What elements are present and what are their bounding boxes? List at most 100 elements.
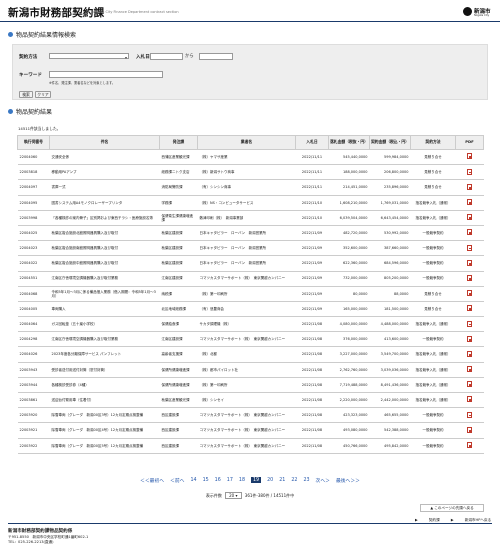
pdf-icon[interactable]	[467, 396, 472, 403]
page-link[interactable]: 17	[227, 478, 233, 483]
row-department: 総務課ニトク支店	[159, 164, 198, 181]
row-bid-date: 2022/11/08	[295, 331, 329, 348]
row-winning-amount: 376,000,0000	[328, 331, 370, 348]
page-link[interactable]: 15	[203, 478, 209, 483]
col-header-number[interactable]: 執行伺番号	[17, 135, 50, 150]
row-winning-amount: 622,360,0000	[328, 255, 370, 272]
pdf-icon[interactable]	[467, 411, 472, 418]
contract-method-select[interactable]: ▾	[49, 53, 129, 60]
row-subject[interactable]: 書庫一式	[49, 179, 160, 196]
site-title[interactable]: 新潟市財務部契約課	[8, 5, 104, 20]
pdf-icon[interactable]	[467, 320, 472, 327]
pdf-icon[interactable]	[467, 244, 472, 251]
pdf-icon[interactable]	[467, 199, 472, 206]
row-department: 江南区建設課	[159, 331, 198, 348]
pdf-icon[interactable]	[467, 274, 472, 281]
pdf-icon[interactable]	[467, 335, 472, 342]
pdf-cell	[455, 149, 484, 166]
row-department: 学務課	[159, 195, 198, 211]
page-link[interactable]: 20	[267, 478, 273, 483]
row-department: 秋葉区建設課	[159, 225, 198, 242]
row-contract-method: 指名競争入札（通常）	[410, 195, 456, 211]
row-winning-amount: 4,080,000,0000	[328, 316, 370, 333]
results-table: 執行伺番号 件名 発注課 業者名 入札日 落札金額（税抜・円） 契約金額（税込・…	[17, 135, 484, 454]
row-subject[interactable]: 令和5年1月～3月に係る備品借入業務（借入期間：令和5年1月～3月）	[49, 286, 160, 302]
pdf-icon[interactable]	[467, 183, 472, 190]
pdf-icon[interactable]	[467, 168, 472, 175]
row-subject[interactable]: 車両購入	[49, 301, 160, 318]
pdf-cell	[455, 392, 484, 409]
row-vendor: 敷津印刷（株） 新潟事業部	[197, 210, 296, 226]
row-vendor: （株）新潟サトウ商事	[197, 164, 296, 181]
clear-button[interactable]: クリア	[35, 91, 51, 98]
row-subject[interactable]: 各種検診受診券（4種）	[49, 377, 160, 394]
bid-date-to-input[interactable]	[199, 53, 233, 60]
row-subject[interactable]: 秋葉区複合施設北館照明器具購入及び取付	[49, 225, 160, 242]
row-subject[interactable]: 秋葉区複合施設南館照明器具購入及び取付	[49, 240, 160, 257]
pdf-cell	[455, 195, 484, 211]
per-page-select[interactable]: 20 ▾	[225, 492, 242, 499]
col-header-winning-amount[interactable]: 落札金額（税抜・円）	[328, 135, 370, 150]
row-vendor: コマツカスタマーサポート（株） 東京関越カンパニー	[197, 331, 296, 348]
row-bid-date: 2022/11/08	[295, 438, 329, 454]
first-page-link[interactable]: ＜＜最初へ	[140, 477, 164, 484]
page-link[interactable]: 22	[291, 478, 297, 483]
result-count: 14511件該当しました。	[18, 126, 61, 131]
row-subject[interactable]: 秋葉区複合施設中館照明器具購入及び取付	[49, 255, 160, 272]
row-subject[interactable]: 「各種検診の案内骨子」区別掲および東西チラシ・医療施設名簿	[49, 210, 160, 226]
row-number: 22004025	[17, 225, 50, 242]
table-row: 22004298 江南区庁舎環境空調機器購入及び取付業務 江南区建設課 コマツカスタマ…	[17, 331, 484, 348]
pdf-icon[interactable]	[467, 229, 472, 236]
pdf-icon[interactable]	[467, 290, 472, 297]
row-subject[interactable]: 交通安全係	[49, 149, 160, 166]
table-row: 22004022 秋葉区複合施設中館照明器具購入及び取付 秋葉区建設課 日本キャタピラ…	[17, 255, 484, 272]
col-header-contract-method[interactable]: 契約方法	[410, 135, 456, 150]
search-button[interactable]: 検索	[19, 91, 33, 98]
row-subject[interactable]: 受診者送付用送付封筒（窓付封筒）	[49, 362, 160, 378]
row-subject[interactable]: 江南区庁舎環境空調機器購入及び取付業務	[49, 271, 160, 287]
row-subject[interactable]: 2023年度各分離保障サービス パンフレット	[49, 346, 160, 363]
keyword-input[interactable]	[49, 71, 163, 78]
col-header-bid-date[interactable]: 入札日	[295, 135, 329, 150]
row-subject[interactable]: 除雪車両（グレーダ 新潟00区3号）12カ月定期点検整備	[49, 407, 160, 424]
row-contract-amount: 805,200,0000	[369, 271, 411, 287]
col-header-department[interactable]: 発注課	[159, 135, 198, 150]
row-department: 江南区建設課	[159, 271, 198, 287]
pdf-icon[interactable]	[467, 153, 472, 160]
pdf-icon[interactable]	[467, 442, 472, 449]
pdf-icon[interactable]	[467, 426, 472, 433]
pdf-icon[interactable]	[467, 214, 472, 221]
pdf-icon[interactable]	[467, 381, 472, 388]
row-subject[interactable]: 移動用PAアンプ	[49, 164, 160, 181]
row-vendor: （株）第一印刷所	[197, 286, 296, 302]
row-subject[interactable]: 除雪車両（グレーダ 新潟00区4号）12カ月定期点検整備	[49, 422, 160, 439]
footer-link-home[interactable]: ▶ 新潟市HPへ戻る	[451, 518, 491, 522]
page-link[interactable]: 18	[239, 478, 245, 483]
next-page-link[interactable]: 次へ＞	[316, 477, 330, 484]
pdf-icon[interactable]	[467, 305, 472, 312]
pdf-icon[interactable]	[467, 366, 472, 373]
site-header: 新潟市財務部契約課 Niigata City Finance Departmen…	[0, 0, 500, 22]
row-subject[interactable]: 江南区庁舎環境空調機器購入及び取付業務	[49, 331, 160, 348]
page-link[interactable]: 21	[279, 478, 285, 483]
footer-link-contract[interactable]: ▶ 契約課	[415, 518, 440, 522]
col-header-subject[interactable]: 件名	[49, 135, 160, 150]
page-link[interactable]: 16	[215, 478, 221, 483]
prev-page-link[interactable]: ＜前へ	[170, 477, 184, 484]
bid-date-from-input[interactable]	[150, 53, 183, 60]
row-number: 22004023	[17, 240, 50, 257]
page-link[interactable]: 23	[303, 478, 309, 483]
col-header-contract-amount[interactable]: 契約金額（税込・円）	[369, 135, 411, 150]
pdf-icon[interactable]	[467, 259, 472, 266]
row-subject[interactable]: 図書システム用A4モノクロレーザープリンタ	[49, 195, 160, 211]
col-header-vendor[interactable]: 業者名	[197, 135, 296, 150]
city-logo[interactable]: 新潟市 Niigata City	[463, 5, 493, 19]
last-page-link[interactable]: 最後へ＞＞	[336, 477, 360, 484]
row-subject[interactable]: ガス回転釜（五十嵐小学校）	[49, 316, 160, 333]
pdf-icon[interactable]	[467, 350, 472, 357]
row-subject[interactable]: 送迎台付緊用車（住着付）	[49, 392, 160, 409]
row-subject[interactable]: 除雪車両（グレーダ 新潟00区5号）12カ月定期点検整備	[49, 438, 160, 454]
page-link[interactable]: 14	[190, 478, 196, 483]
row-bid-date: 2022/11/10	[295, 210, 329, 226]
page-top-button[interactable]: ▲ このページの先頭へ戻る	[420, 504, 484, 512]
